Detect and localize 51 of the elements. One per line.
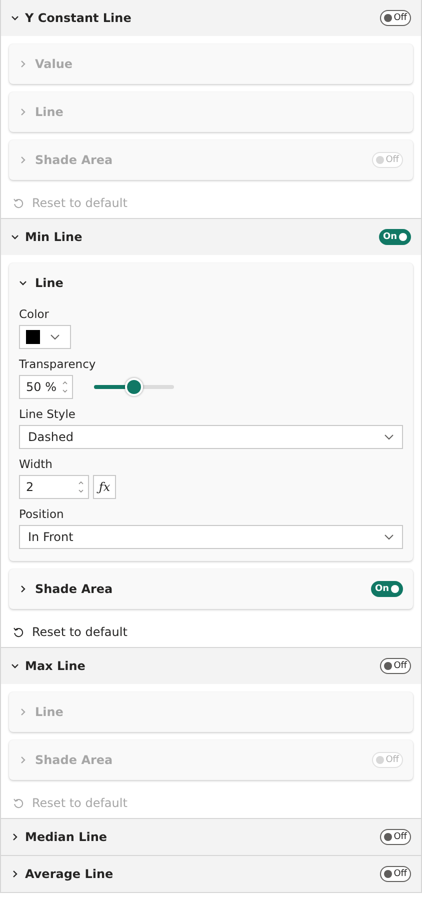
section-title: Y Constant Line: [25, 11, 132, 25]
chevron-down-icon: [19, 279, 27, 287]
reset-link[interactable]: Reset to default: [32, 625, 128, 639]
reset-icon: [13, 198, 24, 208]
chevron-down-icon: [11, 662, 19, 670]
caret-icon: [384, 434, 394, 440]
number-input[interactable]: 50 %: [19, 375, 73, 399]
section-header[interactable]: Min Line On: [1, 219, 421, 255]
chevron-right-icon: [19, 60, 27, 68]
spinner-arrows-icon: [62, 380, 68, 394]
caret-icon: [50, 334, 60, 340]
toggle-switch[interactable]: Off: [380, 866, 411, 882]
toggle-switch[interactable]: Off: [380, 829, 411, 845]
chevron-right-icon: [19, 708, 27, 716]
spinner-arrows-icon: [78, 480, 84, 494]
toggle-switch[interactable]: Off: [380, 658, 411, 674]
toggle-switch[interactable]: On: [378, 229, 411, 245]
section-header[interactable]: Median Line Off: [1, 819, 421, 855]
dropdown[interactable]: Dashed: [19, 425, 403, 449]
field-label: Width: [19, 457, 54, 471]
dropdown[interactable]: In Front: [19, 525, 403, 549]
card-title[interactable]: Shade Area: [35, 582, 371, 596]
reset-icon: [13, 626, 24, 638]
field-label: Position: [19, 507, 65, 521]
section-title: Min Line: [25, 230, 84, 244]
chevron-right-icon: [11, 833, 19, 841]
field-label: Transparency: [19, 357, 97, 371]
reset-icon: [13, 798, 24, 808]
chevron-right-icon: [19, 756, 27, 764]
chevron-down-icon: [11, 233, 19, 241]
chevron-right-icon: [11, 870, 19, 878]
section-title: Average Line: [25, 867, 114, 881]
caret-icon: [384, 534, 394, 540]
section-title: Max Line: [25, 659, 86, 673]
slider-thumb[interactable]: [125, 378, 143, 396]
field-label: Color: [19, 307, 50, 321]
toggle-switch[interactable]: On: [370, 581, 403, 597]
section-title: Median Line: [25, 830, 108, 844]
chevron-down-icon: [11, 14, 19, 22]
color-picker[interactable]: [19, 325, 71, 349]
section-header[interactable]: Average Line Off: [1, 856, 421, 892]
field-label: Line Style: [19, 407, 77, 421]
card-title[interactable]: Line: [35, 276, 403, 290]
chevron-right-icon: [19, 156, 27, 164]
section-header[interactable]: Y Constant Line Off: [1, 0, 421, 36]
section-header[interactable]: Max Line Off: [1, 648, 421, 684]
number-input[interactable]: 2: [19, 475, 89, 499]
fx-button[interactable]: ƒx: [93, 475, 116, 499]
chevron-right-icon: [19, 585, 27, 593]
chevron-right-icon: [19, 108, 27, 116]
toggle-switch[interactable]: Off: [380, 10, 411, 26]
